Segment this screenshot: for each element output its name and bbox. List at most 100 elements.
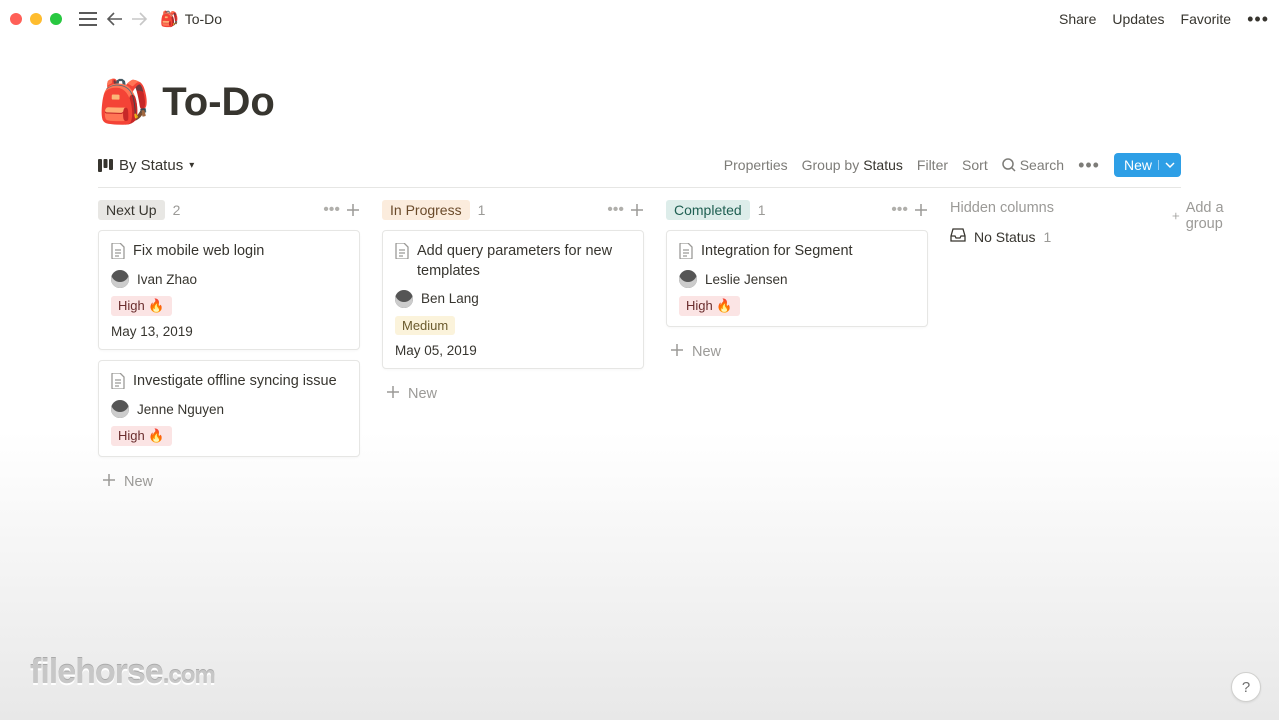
add-card-label: New [124, 474, 153, 490]
sort-button[interactable]: Sort [962, 157, 988, 173]
group-by-button[interactable]: Group by Status [802, 157, 903, 173]
page-icon [679, 243, 693, 262]
add-group-button[interactable]: Add a group [1172, 200, 1229, 232]
page-title[interactable]: To-Do [162, 80, 275, 125]
group-by-value: Status [863, 157, 903, 173]
breadcrumb-icon: 🎒 [160, 10, 179, 28]
board-column: Completed 1 ••• Integration for Segment Lesl… [666, 200, 928, 367]
column-more-icon[interactable]: ••• [607, 201, 624, 219]
add-card-label: New [408, 386, 437, 402]
card-priority-tag: High 🔥 [111, 296, 172, 316]
column-header: Next Up 2 ••• [98, 200, 360, 220]
card-priority-tag: High 🔥 [679, 296, 740, 316]
column-count: 1 [478, 202, 486, 218]
board-card[interactable]: Investigate offline syncing issue Jenne N… [98, 360, 360, 457]
column-header: In Progress 1 ••• [382, 200, 644, 220]
board-view-icon [98, 159, 113, 172]
new-button-label: New [1124, 157, 1152, 173]
avatar [111, 400, 129, 418]
card-title: Integration for Segment [701, 241, 853, 261]
plus-icon [1172, 209, 1180, 223]
add-card-button[interactable]: New [98, 467, 360, 497]
card-assignee: Jenne Nguyen [137, 402, 224, 417]
card-priority-tag: High 🔥 [111, 426, 172, 446]
card-assignee: Ben Lang [421, 291, 479, 306]
hidden-columns-section: Hidden columns No Status 1 [950, 200, 1150, 245]
plus-icon [670, 343, 684, 361]
search-icon [1002, 158, 1016, 172]
column-add-icon[interactable] [914, 201, 928, 219]
breadcrumb-title: To-Do [185, 11, 222, 27]
plus-icon [102, 473, 116, 491]
add-card-button[interactable]: New [382, 379, 644, 409]
properties-button[interactable]: Properties [724, 157, 788, 173]
column-status-tag[interactable]: Completed [666, 200, 750, 220]
view-switcher[interactable]: By Status ▾ [98, 157, 194, 174]
back-icon[interactable] [102, 7, 126, 31]
page-body: 🎒 To-Do By Status ▾ Properties Group by … [0, 38, 1279, 497]
page-icon[interactable]: 🎒 [98, 78, 150, 127]
toolbar-actions: Properties Group by Status Filter Sort S… [724, 153, 1181, 177]
plus-icon [386, 385, 400, 403]
new-button-dropdown[interactable] [1158, 160, 1175, 170]
hidden-column-no-status[interactable]: No Status 1 [950, 228, 1150, 245]
hamburger-menu-icon[interactable] [76, 7, 100, 31]
page-header: 🎒 To-Do [98, 78, 1181, 127]
breadcrumb[interactable]: 🎒 To-Do [160, 10, 222, 28]
kanban-board: Next Up 2 ••• Fix mobile web login Ivan Zhao… [98, 200, 1181, 497]
search-button[interactable]: Search [1002, 157, 1064, 173]
share-button[interactable]: Share [1059, 11, 1096, 27]
no-status-count: 1 [1043, 229, 1051, 245]
topbar: 🎒 To-Do Share Updates Favorite ••• [0, 0, 1279, 38]
close-window-icon[interactable] [10, 13, 22, 25]
avatar [395, 290, 413, 308]
column-status-tag[interactable]: In Progress [382, 200, 470, 220]
card-title: Investigate offline syncing issue [133, 371, 337, 391]
watermark: filehorse.com [30, 653, 215, 692]
add-card-button[interactable]: New [666, 337, 928, 367]
topbar-actions: Share Updates Favorite ••• [1059, 9, 1269, 30]
help-button[interactable]: ? [1231, 672, 1261, 702]
add-card-label: New [692, 344, 721, 360]
more-menu-icon[interactable]: ••• [1247, 9, 1269, 30]
watermark-brand: filehorse [30, 653, 163, 691]
chevron-down-icon: ▾ [189, 160, 194, 171]
favorite-button[interactable]: Favorite [1181, 11, 1232, 27]
toolbar-more-icon[interactable]: ••• [1078, 155, 1100, 176]
card-title: Add query parameters for new templates [417, 241, 631, 282]
column-add-icon[interactable] [630, 201, 644, 219]
chevron-down-icon [1165, 160, 1175, 170]
add-group-label: Add a group [1186, 200, 1229, 232]
window-traffic-lights [10, 13, 62, 25]
card-priority-tag: Medium [395, 316, 455, 335]
group-by-label: Group by [802, 157, 860, 173]
board-card[interactable]: Fix mobile web loginIvan ZhaoHigh 🔥May 1… [98, 230, 360, 350]
page-icon [111, 373, 125, 392]
card-title: Fix mobile web login [133, 241, 264, 261]
card-assignee: Leslie Jensen [705, 272, 788, 287]
board-column: In Progress 1 ••• Add query parameters for … [382, 200, 644, 409]
view-toolbar: By Status ▾ Properties Group by Status F… [98, 153, 1181, 188]
board-card[interactable]: Integration for Segment Leslie Jensen High… [666, 230, 928, 327]
inbox-icon [950, 228, 966, 245]
updates-button[interactable]: Updates [1112, 11, 1164, 27]
new-button[interactable]: New [1114, 153, 1181, 177]
card-assignee: Ivan Zhao [137, 272, 197, 287]
column-add-icon[interactable] [346, 201, 360, 219]
page-icon [111, 243, 125, 262]
column-more-icon[interactable]: ••• [323, 201, 340, 219]
avatar [679, 270, 697, 288]
column-count: 1 [758, 202, 766, 218]
board-card[interactable]: Add query parameters for new templates Be… [382, 230, 644, 369]
minimize-window-icon[interactable] [30, 13, 42, 25]
column-header: Completed 1 ••• [666, 200, 928, 220]
column-count: 2 [173, 202, 181, 218]
filter-button[interactable]: Filter [917, 157, 948, 173]
search-label: Search [1020, 157, 1064, 173]
no-status-label: No Status [974, 229, 1035, 245]
maximize-window-icon[interactable] [50, 13, 62, 25]
page-icon [395, 243, 409, 262]
column-status-tag[interactable]: Next Up [98, 200, 165, 220]
forward-icon [128, 7, 152, 31]
column-more-icon[interactable]: ••• [891, 201, 908, 219]
